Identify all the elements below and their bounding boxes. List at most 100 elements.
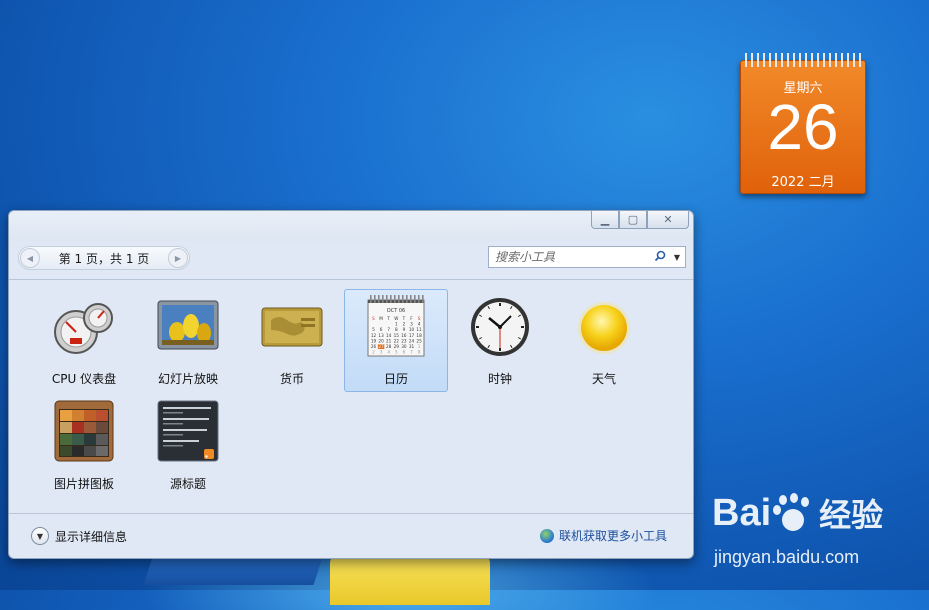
gadget-label: 时钟 bbox=[487, 372, 512, 386]
mini-calendar-date: 10 bbox=[409, 327, 415, 332]
mini-calendar-date: 12 bbox=[371, 333, 377, 338]
mini-calendar-date: 11 bbox=[416, 327, 422, 332]
mini-calendar-weekday: T bbox=[402, 316, 406, 321]
calendar-rings bbox=[745, 53, 861, 67]
page-navigator: ◀ 第 1 页，共 1 页 ▶ bbox=[18, 246, 190, 270]
mini-calendar-date: 5 bbox=[372, 327, 375, 332]
mini-calendar-date: 31 bbox=[409, 344, 415, 349]
gadget-clock[interactable]: 时钟 bbox=[448, 289, 552, 392]
baidu-watermark-logo: Bai du 经验 bbox=[712, 490, 883, 536]
gadget-feed-headlines[interactable]: 源标题 bbox=[136, 394, 240, 497]
mini-calendar-date: 5 bbox=[395, 350, 398, 355]
calendar-day: 26 bbox=[767, 91, 839, 163]
feed-headlines-icon bbox=[157, 400, 219, 462]
mini-calendar-date: 2 bbox=[372, 350, 375, 355]
gadget-currency[interactable]: 货币 bbox=[240, 289, 344, 392]
get-more-gadgets-link[interactable]: 联机获取更多小工具 bbox=[539, 527, 667, 544]
gadget-label: 幻灯片放映 bbox=[157, 372, 218, 386]
mini-calendar-date: 27 bbox=[378, 344, 384, 349]
currency-icon bbox=[261, 307, 323, 347]
mini-calendar-weekday: T bbox=[386, 316, 390, 321]
mini-calendar-date: 7 bbox=[387, 327, 390, 332]
gadget-cpu-meter[interactable]: CPU 仪表盘 bbox=[32, 289, 136, 392]
mini-calendar-date: 30 bbox=[401, 344, 407, 349]
windows-logo-fragment-yellow bbox=[330, 555, 490, 605]
gadget-label: 源标题 bbox=[169, 477, 206, 491]
search-options-dropdown[interactable]: ▼ bbox=[669, 253, 685, 262]
maximize-icon: ▢ bbox=[627, 213, 639, 226]
weather-icon bbox=[578, 302, 630, 354]
mini-calendar-date: 3 bbox=[410, 322, 413, 327]
gadget-label: 天气 bbox=[591, 372, 616, 386]
next-page-button[interactable]: ▶ bbox=[168, 248, 188, 268]
bottom-bar: ▼ 显示详细信息 联机获取更多小工具 bbox=[9, 513, 693, 558]
gadget-calendar[interactable]: OCT 06 S M T W T F S 1 2 3 4 5 6 7 8 9 10 11 12 13 14 15 16 17 1… bbox=[344, 289, 448, 392]
mini-calendar-date: 15 bbox=[394, 333, 400, 338]
maximize-button[interactable]: ▢ bbox=[619, 211, 647, 229]
minimize-icon: ▁ bbox=[600, 213, 610, 226]
mini-calendar-date: 17 bbox=[409, 333, 415, 338]
search-box: ▼ bbox=[488, 246, 686, 268]
mini-calendar-date: 7 bbox=[410, 350, 413, 355]
minimize-button[interactable]: ▁ bbox=[591, 211, 619, 229]
baidu-paw-icon bbox=[773, 493, 813, 533]
mini-calendar-date: 25 bbox=[416, 338, 422, 343]
chevron-down-icon: ▼ bbox=[31, 527, 49, 545]
mini-calendar-weekday: S bbox=[372, 316, 375, 321]
arrow-left-icon: ◀ bbox=[26, 253, 34, 263]
arrow-right-icon: ▶ bbox=[174, 253, 182, 263]
slideshow-icon bbox=[157, 300, 219, 350]
gadget-weather[interactable]: 天气 bbox=[552, 289, 656, 392]
mini-calendar-month: OCT 06 bbox=[387, 308, 405, 314]
mini-calendar-date: 13 bbox=[378, 333, 384, 338]
mini-calendar-date: 8 bbox=[418, 350, 421, 355]
mini-calendar-date: 4 bbox=[387, 350, 390, 355]
watermark-url: jingyan.baidu.com bbox=[714, 547, 860, 567]
search-input[interactable] bbox=[489, 248, 651, 266]
get-more-gadgets-label: 联机获取更多小工具 bbox=[558, 529, 667, 543]
mini-calendar-date: 18 bbox=[416, 333, 422, 338]
prev-page-button[interactable]: ◀ bbox=[20, 248, 40, 268]
toolbar: ◀ 第 1 页，共 1 页 ▶ ▼ bbox=[9, 241, 693, 280]
gadget-slideshow[interactable]: 幻灯片放映 bbox=[136, 289, 240, 392]
globe-icon bbox=[539, 528, 554, 543]
mini-calendar-date: 9 bbox=[403, 327, 406, 332]
mini-calendar-date: 3 bbox=[380, 350, 383, 355]
mini-calendar-date: 2 bbox=[403, 322, 406, 327]
show-details-toggle[interactable]: ▼ 显示详细信息 bbox=[31, 527, 127, 545]
mini-calendar-date: 6 bbox=[380, 327, 383, 332]
mini-calendar-date: 4 bbox=[418, 322, 421, 327]
calendar-icon: OCT 06 S M T W T F S1 2 3 45 6 7 8 9 10 1112 13 14 15 16 17 1… bbox=[367, 295, 425, 357]
gadget-label: 日历 bbox=[383, 372, 408, 386]
mini-calendar-date: 23 bbox=[401, 338, 407, 343]
mini-calendar-weekday: W bbox=[394, 316, 398, 321]
title-bar[interactable]: ▁ ▢ ✕ bbox=[9, 211, 693, 241]
mini-calendar-date: 6 bbox=[403, 350, 406, 355]
picture-puzzle-icon bbox=[54, 400, 114, 462]
mini-calendar-date: 24 bbox=[409, 338, 415, 343]
mini-calendar-date: 8 bbox=[395, 327, 398, 332]
mini-calendar-weekday: M bbox=[379, 316, 383, 321]
close-icon: ✕ bbox=[663, 213, 673, 226]
mini-calendar-date: 21 bbox=[386, 338, 392, 343]
mini-calendar-date: 1 bbox=[395, 322, 398, 327]
search-button[interactable] bbox=[651, 250, 669, 265]
close-button[interactable]: ✕ bbox=[647, 211, 689, 229]
chevron-down-icon: ▼ bbox=[673, 252, 681, 262]
gadget-gallery-window: ▁ ▢ ✕ ◀ 第 1 页，共 1 页 ▶ ▼ CPU 仪 bbox=[8, 210, 694, 559]
show-details-label: 显示详细信息 bbox=[55, 529, 128, 544]
watermark-brand: Bai bbox=[712, 491, 772, 534]
desktop-calendar-gadget[interactable]: 星期六 26 2022 二月 bbox=[740, 53, 866, 194]
mini-calendar-date: 26 bbox=[371, 344, 377, 349]
clock-icon bbox=[471, 298, 529, 356]
gadget-picture-puzzle[interactable]: 图片拼图板 bbox=[32, 394, 136, 497]
gadget-label: 货币 bbox=[279, 372, 304, 386]
cpu-meter-icon bbox=[54, 303, 113, 354]
page-indicator: 第 1 页，共 1 页 bbox=[58, 251, 150, 266]
calendar-month-year: 2022 二月 bbox=[771, 175, 835, 190]
mini-calendar-date: 29 bbox=[394, 344, 400, 349]
search-icon bbox=[654, 250, 666, 261]
gadget-label: CPU 仪表盘 bbox=[51, 372, 117, 386]
mini-calendar-date: 22 bbox=[394, 338, 400, 343]
mini-calendar-date: 14 bbox=[386, 333, 392, 338]
